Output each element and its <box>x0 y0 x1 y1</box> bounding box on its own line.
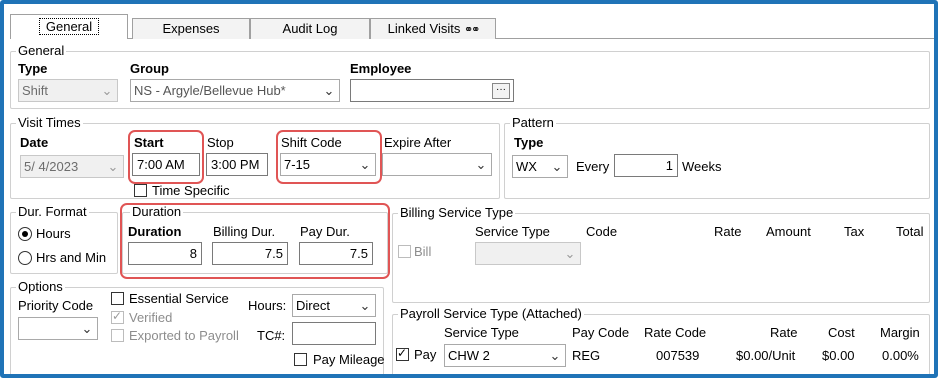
time-specific-label: Time Specific <box>152 183 230 198</box>
visit-times-title: Visit Times <box>16 115 83 130</box>
checkmark-icon: ✓ <box>112 309 123 323</box>
payroll-header-rate-code: Rate Code <box>644 325 707 340</box>
every-label: Every <box>576 159 610 174</box>
priority-code-select[interactable]: ⌄ <box>18 317 98 340</box>
chevron-down-icon: ⌄ <box>549 348 561 363</box>
tab-bar: General Expenses Audit Log Linked Visits… <box>10 14 934 40</box>
payroll-service-title: Payroll Service Type (Attached) <box>398 306 584 321</box>
general-panel: General Type Shift ⌄ Group NS - Argyle/B… <box>10 39 934 374</box>
weeks-label: Weeks <box>682 159 722 174</box>
stop-label: Stop <box>207 135 234 150</box>
payroll-header-service-type: Service Type <box>444 325 519 340</box>
payroll-header-rate: Rate <box>770 325 798 340</box>
pattern-title: Pattern <box>510 115 556 130</box>
time-specific-checkbox[interactable] <box>134 184 147 197</box>
billing-dur-label: Billing Dur. <box>213 224 276 239</box>
hours-label: Hours: <box>248 298 287 313</box>
checkmark-icon: ✓ <box>397 346 408 360</box>
billing-header-tax: Tax <box>844 224 865 239</box>
tab-general[interactable]: General <box>10 14 128 40</box>
date-picker[interactable]: 5/ 4/2023 ⌄ <box>20 155 124 178</box>
pay-mileage-checkbox[interactable] <box>294 353 307 366</box>
type-label: Type <box>18 61 48 76</box>
chevron-down-icon: ⌄ <box>323 83 335 98</box>
payroll-cost: $0.00 <box>822 348 855 363</box>
verified-label: Verified <box>129 310 173 325</box>
billing-dur-input[interactable]: 7.5 <box>212 242 288 265</box>
group-label: Group <box>130 61 169 76</box>
shift-code-select[interactable]: 7-15 ⌄ <box>280 153 376 176</box>
pattern-type-select[interactable]: WX ⌄ <box>512 155 568 178</box>
exported-payroll-checkbox[interactable] <box>111 329 124 342</box>
chevron-down-icon: ⌄ <box>551 159 563 174</box>
duration-label: Duration <box>128 224 182 239</box>
group-select[interactable]: NS - Argyle/Bellevue Hub* ⌄ <box>130 79 340 102</box>
dur-format-title: Dur. Format <box>16 204 89 219</box>
tc-label: TC#: <box>257 328 286 343</box>
billing-header-code: Code <box>586 224 618 239</box>
pay-dur-label: Pay Dur. <box>300 224 350 239</box>
chevron-down-icon: ⌄ <box>564 246 576 261</box>
options-title: Options <box>16 279 65 294</box>
pay-label: Pay <box>414 347 437 362</box>
chevron-down-icon: ⌄ <box>101 83 113 98</box>
billing-header-rate: Rate <box>714 224 742 239</box>
essential-service-checkbox[interactable] <box>111 292 124 305</box>
every-input[interactable]: 1 <box>614 154 678 177</box>
tc-input[interactable] <box>292 322 376 345</box>
hours-radio[interactable] <box>18 227 32 241</box>
general-group-title: General <box>16 43 67 58</box>
hours-radio-label: Hours <box>36 226 71 241</box>
expire-after-label: Expire After <box>384 135 452 150</box>
billing-header-total: Total <box>896 224 924 239</box>
chevron-down-icon: ⌄ <box>107 159 119 174</box>
employee-label: Employee <box>350 61 412 76</box>
bill-label: Bill <box>414 244 432 259</box>
tab-audit-log[interactable]: Audit Log <box>250 18 370 39</box>
duration-input[interactable]: 8 <box>128 242 202 265</box>
essential-service-label: Essential Service <box>129 291 229 306</box>
pay-mileage-label: Pay Mileage <box>313 352 385 367</box>
tab-linked-visits[interactable]: Linked Visits ⚭⚭ <box>370 18 496 39</box>
exported-payroll-label: Exported to Payroll <box>129 328 239 343</box>
billing-header-service-type: Service Type <box>475 224 550 239</box>
billing-header-amount: Amount <box>766 224 811 239</box>
hours-select[interactable]: Direct ⌄ <box>292 294 376 317</box>
billing-service-title: Billing Service Type <box>398 205 516 220</box>
pay-dur-input[interactable]: 7.5 <box>299 242 373 265</box>
billing-service-type-select[interactable]: ⌄ <box>475 242 581 265</box>
hrs-min-radio-label: Hrs and Min <box>36 250 107 265</box>
pay-checkbox[interactable]: ✓ <box>396 346 409 361</box>
payroll-header-pay-code: Pay Code <box>572 325 630 340</box>
employee-lookup-button[interactable]: ··· <box>492 83 510 99</box>
payroll-header-margin: Margin <box>880 325 920 340</box>
chevron-down-icon: ⌄ <box>359 298 371 313</box>
payroll-pay-code: REG <box>572 348 601 363</box>
link-icon: ⚭⚭ <box>463 24 481 36</box>
payroll-margin: 0.00% <box>882 348 919 363</box>
payroll-service-type-select[interactable]: CHW 2 ⌄ <box>444 344 566 367</box>
type-select[interactable]: Shift ⌄ <box>18 79 118 102</box>
payroll-header-cost: Cost <box>828 325 855 340</box>
priority-code-label: Priority Code <box>18 298 94 313</box>
stop-time-input[interactable]: 3:00 PM <box>206 153 268 176</box>
window-frame: General Expenses Audit Log Linked Visits… <box>0 0 938 378</box>
start-label: Start <box>134 135 164 150</box>
payroll-rate: $0.00/Unit <box>736 348 796 363</box>
expire-after-select[interactable]: ⌄ <box>382 153 492 176</box>
tab-expenses[interactable]: Expenses <box>132 18 250 39</box>
chevron-down-icon: ⌄ <box>475 157 487 172</box>
verified-checkbox[interactable]: ✓ <box>111 309 124 324</box>
duration-title: Duration <box>130 204 184 219</box>
start-time-input[interactable]: 7:00 AM <box>132 153 200 176</box>
shift-code-label: Shift Code <box>281 135 342 150</box>
pattern-type-label: Type <box>514 135 544 150</box>
payroll-rate-code: 007539 <box>656 348 700 363</box>
chevron-down-icon: ⌄ <box>359 157 371 172</box>
date-label: Date <box>20 135 49 150</box>
bill-checkbox[interactable] <box>398 245 411 258</box>
hrs-min-radio[interactable] <box>18 251 32 265</box>
employee-field[interactable] <box>350 79 514 102</box>
chevron-down-icon: ⌄ <box>81 321 93 336</box>
